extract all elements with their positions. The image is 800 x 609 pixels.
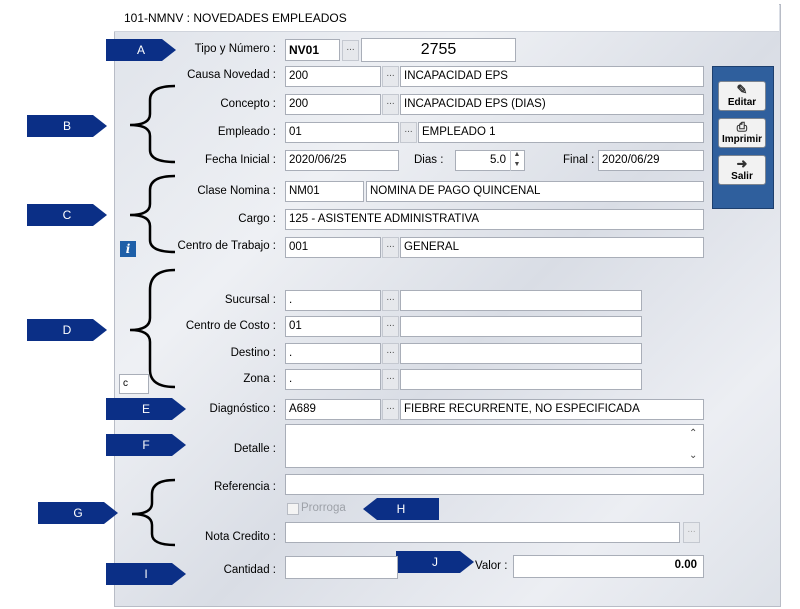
centro-trabajo-code-field[interactable]: 001 <box>285 237 381 258</box>
sucursal-desc-field <box>400 290 642 311</box>
bracket-b <box>129 84 176 164</box>
empleado-label: Empleado : <box>217 126 276 138</box>
destino-code-field[interactable]: . <box>285 343 381 364</box>
marker-f: F <box>106 434 186 456</box>
diagnostico-label: Diagnóstico : <box>209 403 276 415</box>
valor-label: Valor : <box>475 560 508 572</box>
zona-code-field[interactable]: . <box>285 369 381 390</box>
clase-label: Clase Nomina : <box>197 185 276 197</box>
tipo-number-field[interactable]: 2755 <box>361 38 516 62</box>
imprimir-button[interactable]: ⎙ Imprimir <box>718 118 766 148</box>
final-label: Final : <box>563 154 595 166</box>
printer-icon: ⎙ <box>736 119 748 134</box>
marker-h: H <box>363 498 439 520</box>
centro-costo-desc-field <box>400 316 642 337</box>
bracket-d <box>129 268 176 389</box>
concepto-code-field[interactable]: 200 <box>285 94 381 115</box>
concepto-desc-field: INCAPACIDAD EPS (DIAS) <box>400 94 704 115</box>
editar-label: Editar <box>727 97 757 108</box>
cantidad-label: Cantidad : <box>223 564 276 576</box>
small-code-box[interactable]: c <box>119 374 149 394</box>
concepto-lookup-button[interactable]: ... <box>382 94 399 115</box>
detalle-textarea[interactable] <box>285 424 704 468</box>
bracket-g <box>131 478 176 547</box>
centro-trabajo-desc-field: GENERAL <box>400 237 704 258</box>
causa-code-field[interactable]: 200 <box>285 66 381 87</box>
centro-costo-label: Centro de Costo : <box>185 320 276 332</box>
nota-credito-label: Nota Credito : <box>205 531 276 543</box>
marker-a: A <box>106 39 176 61</box>
cargo-field[interactable]: 125 - ASISTENTE ADMINISTRATIVA <box>285 209 704 230</box>
cantidad-field[interactable] <box>285 556 398 579</box>
tipo-lookup-button[interactable]: ... <box>342 40 359 61</box>
zona-desc-field <box>400 369 642 390</box>
destino-desc-field <box>400 343 642 364</box>
exit-icon: ➜ <box>736 156 748 171</box>
referencia-field[interactable] <box>285 474 704 495</box>
empleado-desc-field: EMPLEADO 1 <box>418 122 704 143</box>
nota-credito-lookup-button[interactable]: ... <box>683 522 700 543</box>
bracket-c <box>129 174 176 254</box>
diagnostico-lookup-button[interactable]: ... <box>382 399 399 420</box>
centro-costo-lookup-button[interactable]: ... <box>382 316 399 337</box>
concepto-label: Concepto : <box>220 98 276 110</box>
detalle-scroll-down-icon[interactable]: ⌄ <box>689 450 697 461</box>
nota-credito-field[interactable] <box>285 522 680 543</box>
empleado-lookup-button[interactable]: ... <box>400 122 417 143</box>
action-sidebar: ✎ Editar ⎙ Imprimir ➜ Salir <box>712 66 774 209</box>
referencia-label: Referencia : <box>213 481 276 493</box>
clase-code-field[interactable]: NM01 <box>285 181 364 202</box>
salir-label: Salir <box>731 171 753 182</box>
editar-button[interactable]: ✎ Editar <box>718 81 766 111</box>
sucursal-label: Sucursal : <box>224 294 276 306</box>
marker-i: I <box>106 563 186 585</box>
salir-button[interactable]: ➜ Salir <box>718 155 766 185</box>
causa-label: Causa Novedad : <box>187 69 276 81</box>
prorroga-label: Prorroga <box>301 502 346 514</box>
info-icon[interactable]: i <box>120 241 136 257</box>
destino-label: Destino : <box>230 347 276 359</box>
marker-e: E <box>106 398 186 420</box>
marker-c: C <box>27 204 107 226</box>
marker-d: D <box>27 319 107 341</box>
marker-j: J <box>396 551 474 573</box>
imprimir-label: Imprimir <box>721 134 762 145</box>
clase-desc-field: NOMINA DE PAGO QUINCENAL <box>366 181 704 202</box>
causa-desc-field: INCAPACIDAD EPS <box>400 66 704 87</box>
causa-lookup-button[interactable]: ... <box>382 66 399 87</box>
diagnostico-desc-field: FIEBRE RECURRENTE, NO ESPECIFICADA <box>400 399 704 420</box>
tipo-label: Tipo y Número : <box>194 43 276 55</box>
destino-lookup-button[interactable]: ... <box>382 343 399 364</box>
detalle-scroll-up-icon[interactable]: ⌃ <box>689 428 697 439</box>
valor-field[interactable]: 0.00 <box>513 555 704 578</box>
marker-b: B <box>27 115 107 137</box>
centro-trabajo-label: Centro de Trabajo : <box>177 240 276 252</box>
fecha-inicial-field[interactable]: 2020/06/25 <box>285 150 399 171</box>
dias-label: Dias : <box>414 154 444 166</box>
marker-g: G <box>38 502 118 524</box>
tipo-code-field[interactable]: NV01 <box>285 39 340 61</box>
edit-icon: ✎ <box>736 82 748 97</box>
zona-lookup-button[interactable]: ... <box>382 369 399 390</box>
prorroga-checkbox[interactable] <box>287 503 299 515</box>
cargo-label: Cargo : <box>238 213 276 225</box>
diagnostico-code-field[interactable]: A689 <box>285 399 381 420</box>
dias-spinner[interactable]: ▲ ▼ <box>510 150 523 171</box>
sucursal-code-field[interactable]: . <box>285 290 381 311</box>
sucursal-lookup-button[interactable]: ... <box>382 290 399 311</box>
detalle-label: Detalle : <box>233 443 276 455</box>
zona-label: Zona : <box>243 373 276 385</box>
fecha-final-field[interactable]: 2020/06/29 <box>598 150 704 171</box>
centro-costo-code-field[interactable]: 01 <box>285 316 381 337</box>
fecha-label: Fecha Inicial : <box>205 154 276 166</box>
empleado-code-field[interactable]: 01 <box>285 122 399 143</box>
centro-trabajo-lookup-button[interactable]: ... <box>382 237 399 258</box>
